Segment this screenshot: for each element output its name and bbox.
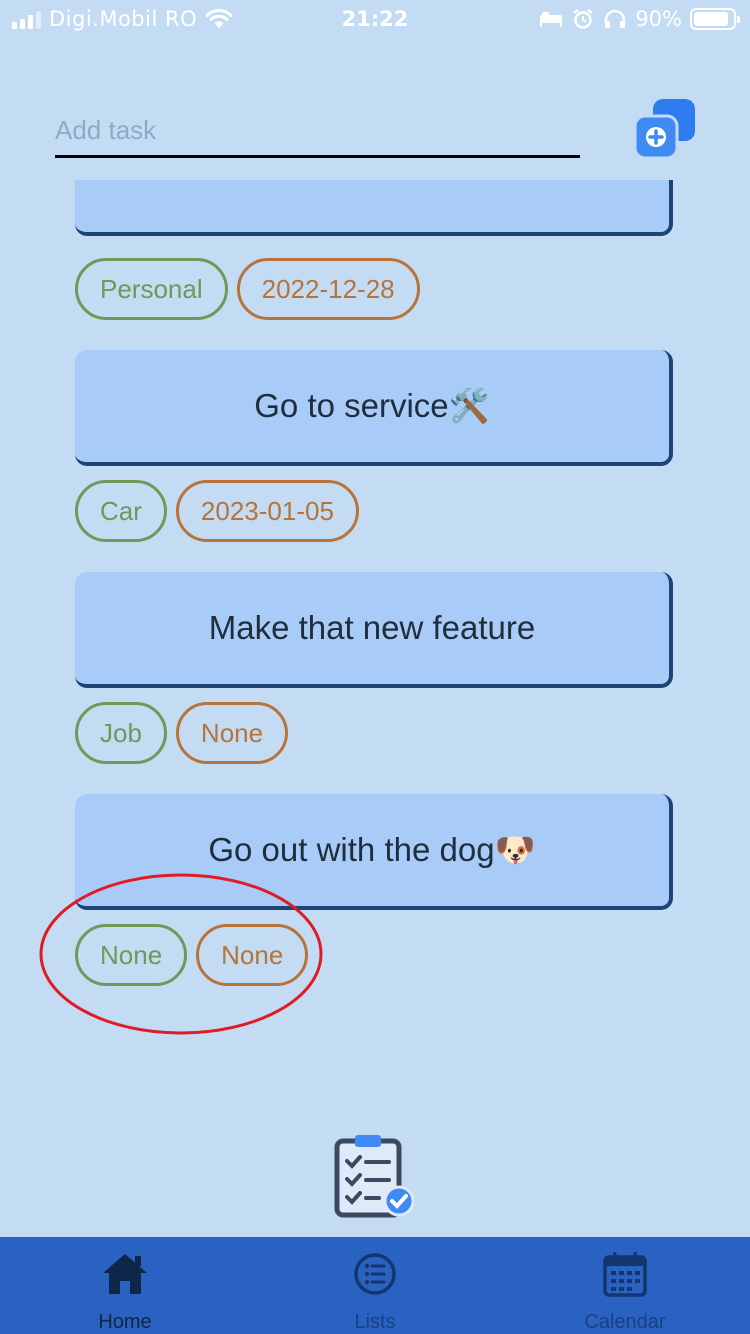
add-task-input[interactable] (55, 100, 580, 158)
bed-icon (540, 12, 563, 27)
task-title: Go to service🛠️ (254, 386, 490, 424)
nav-item-calendar[interactable]: Calendar (500, 1237, 750, 1334)
task-tags: None None (75, 924, 309, 986)
task-card[interactable]: Make that new feature (75, 572, 673, 688)
checklist-icon (334, 1135, 415, 1218)
category-tag[interactable]: None (75, 924, 188, 986)
category-tag[interactable]: Personal (75, 258, 228, 320)
task-tags: Personal 2022-12-28 (75, 258, 420, 320)
category-tag[interactable]: Car (75, 480, 167, 542)
task-card[interactable]: Go to service🛠️ (75, 350, 673, 466)
task-list: Personal 2022-12-28 Go to service🛠️ Car … (0, 180, 750, 1060)
nav-label-home: Home (98, 1311, 152, 1333)
battery-percent: 90% (635, 7, 682, 31)
nav-label-calendar: Calendar (584, 1311, 666, 1333)
add-task-button[interactable] (633, 98, 697, 162)
list-icon (354, 1253, 396, 1295)
task-title: Make that new feature (208, 609, 536, 646)
nav-item-home[interactable]: Home (0, 1237, 250, 1334)
nav-item-lists[interactable]: Lists (250, 1237, 500, 1334)
date-tag[interactable]: 2023-01-05 (175, 480, 359, 542)
category-tag[interactable]: Job (75, 702, 167, 764)
date-tag[interactable]: None (196, 924, 309, 986)
alarm-icon (573, 9, 594, 29)
status-bar: Digi.Mobil RO 21:22 90% (0, 0, 750, 40)
task-title: Go out with the dog🐶 (208, 830, 536, 868)
add-task-row (55, 100, 580, 160)
task-card[interactable] (75, 180, 673, 236)
headphones-icon (605, 9, 626, 28)
date-tag[interactable]: 2022-12-28 (236, 258, 420, 320)
nav-label-lists: Lists (354, 1311, 396, 1333)
date-tag[interactable]: None (175, 702, 289, 764)
calendar-icon (603, 1252, 647, 1297)
task-tags: Job None (75, 702, 289, 764)
task-tags: Car 2023-01-05 (75, 480, 359, 542)
battery-icon (690, 8, 740, 30)
bottom-nav: Home Lists Calendar (0, 1237, 750, 1334)
status-right: 90% (539, 7, 740, 31)
task-card[interactable]: Go out with the dog🐶 (75, 794, 673, 910)
home-icon (103, 1254, 147, 1294)
